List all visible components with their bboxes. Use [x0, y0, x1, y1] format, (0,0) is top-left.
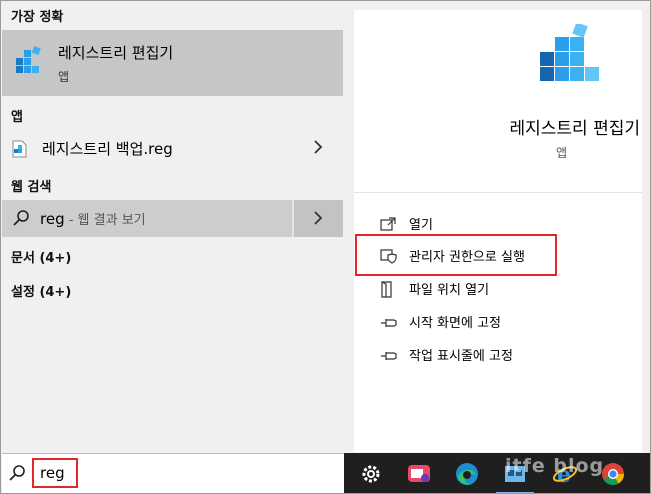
- pin-icon: [380, 347, 398, 366]
- web-search-header: 웹 검색: [11, 180, 52, 195]
- action-label: 파일 위치 열기: [409, 283, 490, 298]
- reg-file-icon: [12, 140, 28, 162]
- shield-icon: [380, 248, 398, 268]
- best-match-header: 가장 정확: [11, 10, 64, 25]
- watermark: itfe blog: [505, 455, 605, 477]
- web-search-item[interactable]: reg - 웹 결과 보기: [2, 200, 343, 237]
- search-input[interactable]: [32, 458, 78, 488]
- app-title-text: 레지스트리 편집기: [509, 119, 640, 139]
- documents-header[interactable]: 문서 (4+): [11, 247, 71, 266]
- web-query-text: reg: [40, 210, 65, 228]
- registry-editor-icon: [14, 44, 44, 78]
- taskbar: e: [344, 453, 651, 494]
- settings-header[interactable]: 설정 (4+): [11, 281, 71, 300]
- list-item-registry-backup[interactable]: 레지스트리 백업.reg: [2, 130, 343, 166]
- action-label: 작업 표시줄에 고정: [409, 349, 513, 364]
- app-subtitle: 앱: [556, 146, 568, 160]
- search-results-panel: 가장 정확 레지스트리 편집기 앱 앱 레지스트리 백업.reg 웹 검색 re…: [0, 0, 344, 452]
- registry-editor-icon-large: [538, 22, 600, 94]
- chevron-right-icon[interactable]: [312, 139, 324, 159]
- settings-icon[interactable]: [358, 461, 384, 487]
- apps-header: 앱: [11, 110, 23, 125]
- edge-icon[interactable]: [454, 461, 480, 487]
- file-location-icon: [380, 281, 394, 302]
- best-match-item[interactable]: 레지스트리 편집기 앱: [2, 30, 343, 96]
- web-search-query: reg - 웹 결과 보기: [40, 209, 146, 228]
- action-label: 관리자 권한으로 실행: [409, 250, 525, 265]
- web-query-suffix: - 웹 결과 보기: [64, 213, 146, 228]
- app-details-header: 레지스트리 편집기 앱: [354, 10, 642, 193]
- search-icon: [12, 209, 30, 231]
- best-match-title: 레지스트리 편집기: [58, 44, 174, 62]
- chevron-right-icon: [314, 211, 323, 225]
- action-open-file-location[interactable]: 파일 위치 열기: [354, 272, 642, 304]
- search-icon: [8, 464, 26, 486]
- pin-icon: [380, 314, 398, 333]
- action-label: 시작 화면에 고정: [409, 316, 501, 331]
- search-bar: [2, 453, 344, 493]
- app-details-panel: 레지스트리 편집기 앱 열기 관리자 권한으로 실행 파일 위치 열기 시작 화…: [354, 10, 642, 452]
- open-icon: [380, 216, 396, 235]
- list-item-label: 레지스트리 백업.reg: [42, 140, 173, 158]
- action-run-as-admin[interactable]: 관리자 권한으로 실행: [354, 239, 642, 271]
- web-expand-button[interactable]: [292, 200, 343, 237]
- action-label: 열기: [409, 218, 433, 233]
- best-match-subtitle: 앱: [58, 70, 70, 84]
- action-open[interactable]: 열기: [354, 207, 642, 239]
- action-pin-to-taskbar[interactable]: 작업 표시줄에 고정: [354, 338, 642, 370]
- app-title: 레지스트리 편집기: [354, 114, 642, 139]
- media-icon[interactable]: [406, 461, 432, 487]
- action-pin-to-start[interactable]: 시작 화면에 고정: [354, 305, 642, 337]
